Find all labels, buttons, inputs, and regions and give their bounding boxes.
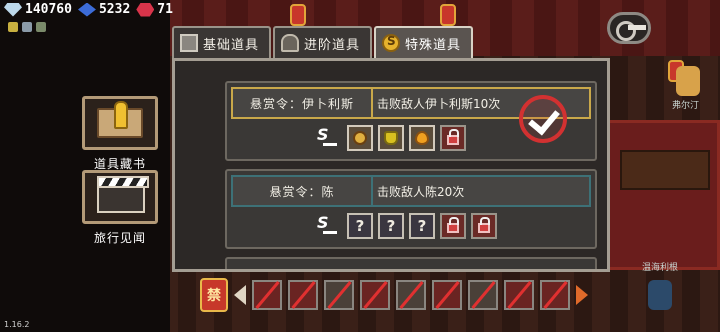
unknown-reward-text: ?	[355, 217, 365, 235]
tab-special-items[interactable]: 特殊道具	[374, 26, 474, 58]
bounty-card[interactable]: 悬赏令：陈 击败敌人陈20次 ? ? ?	[225, 169, 597, 249]
bomb-item-icon	[353, 131, 367, 145]
tab-label: 进阶道具	[304, 37, 361, 53]
reward-cart-icon	[315, 213, 337, 237]
reward-row	[315, 125, 466, 151]
bounty-list-panel[interactable]: 悬赏令：伊卜利斯 击败敌人伊卜利斯10次 悬赏令：陈 击败敌人陈20次	[172, 58, 610, 272]
item-collection-button[interactable]: 道具藏书	[82, 96, 158, 172]
travel-notes-frame[interactable]	[82, 170, 158, 224]
bar-next-arrow[interactable]	[576, 285, 588, 305]
currency-bar: 140760 5232 71	[4, 2, 173, 17]
chest-status-icon	[36, 22, 46, 32]
bounty-card[interactable]: 悬赏令：伊卜利斯 击败敌人伊卜利斯10次	[225, 81, 597, 161]
item-collection-frame[interactable]	[82, 96, 158, 150]
bottom-item-bar: 禁	[200, 278, 588, 312]
status-icons	[8, 22, 46, 32]
bar-item-slot[interactable]	[252, 280, 282, 310]
advanced-items-icon	[281, 34, 300, 52]
reward-slot-locked[interactable]	[440, 125, 466, 151]
bar-item-slot[interactable]	[432, 280, 462, 310]
reward-slot[interactable]	[347, 125, 373, 151]
lock-icon	[447, 217, 459, 233]
completed-check-icon	[509, 95, 577, 143]
basic-items-icon	[180, 34, 198, 52]
diamond-counter: 140760	[4, 2, 72, 17]
key-icon	[114, 101, 128, 129]
reward-row: ? ? ?	[315, 213, 497, 239]
bar-item-slot[interactable]	[324, 280, 354, 310]
bounty-card-partial[interactable]	[225, 257, 597, 269]
bounty-header: 悬赏令：陈 击败敌人陈20次	[231, 175, 591, 207]
bounty-name: 悬赏令：陈	[233, 177, 373, 205]
blue-gem-count: 5232	[98, 2, 131, 17]
red-gem-counter: 71	[136, 2, 173, 17]
blue-gem-counter: 5232	[77, 2, 131, 17]
reward-slot-locked[interactable]	[440, 213, 466, 239]
tab-label: 特殊道具	[405, 37, 462, 53]
bar-item-slot[interactable]	[288, 280, 318, 310]
travel-notes-button[interactable]: 旅行见闻	[82, 170, 158, 246]
glove-item-icon	[384, 131, 398, 145]
game-scene: 弗尔汀 温海利根 140760 5232 71 1.16.2 道具藏书 旅行见闻…	[0, 0, 720, 332]
bounty-description: 击败敌人陈20次	[377, 184, 465, 199]
forbidden-badge[interactable]: 禁	[200, 278, 228, 312]
bar-prev-arrow[interactable]	[234, 285, 246, 305]
diamond-icon	[4, 2, 22, 17]
lock-icon	[478, 217, 490, 233]
reward-slot-unknown[interactable]: ?	[378, 213, 404, 239]
red-gem-count: 71	[157, 2, 173, 17]
lantern-decoration	[290, 4, 306, 26]
oil-drop-item-icon	[415, 131, 429, 145]
npc-name-label: 弗尔汀	[672, 101, 700, 111]
reward-cart-icon	[315, 125, 337, 149]
exit-button[interactable]	[607, 12, 651, 44]
bounty-name: 悬赏令：伊卜利斯	[233, 89, 373, 117]
tab-basic-items[interactable]: 基础道具	[172, 26, 272, 58]
reward-slot-unknown[interactable]: ?	[409, 213, 435, 239]
background-shelf	[620, 150, 710, 190]
reward-slot-unknown[interactable]: ?	[347, 213, 373, 239]
person-status-icon	[22, 22, 32, 32]
bar-item-slot[interactable]	[360, 280, 390, 310]
red-gem-icon	[136, 2, 155, 17]
bar-item-slot[interactable]	[468, 280, 498, 310]
tab-label: 基础道具	[203, 37, 260, 53]
lantern-decoration	[440, 4, 456, 26]
npc-character[interactable]	[648, 280, 672, 310]
unknown-reward-text: ?	[417, 217, 427, 235]
key-status-icon	[8, 22, 18, 32]
bar-item-slot[interactable]	[504, 280, 534, 310]
diamond-count: 140760	[25, 2, 72, 17]
bar-item-slot[interactable]	[540, 280, 570, 310]
lock-icon	[447, 129, 459, 145]
travel-notes-label: 旅行见闻	[93, 231, 146, 245]
special-items-icon	[382, 34, 401, 52]
bar-item-slot[interactable]	[396, 280, 426, 310]
blue-gem-icon	[77, 2, 96, 17]
reward-slot-locked[interactable]	[471, 213, 497, 239]
unknown-reward-text: ?	[386, 217, 396, 235]
item-category-tabs: 基础道具 进阶道具 特殊道具	[172, 26, 474, 58]
reward-slot[interactable]	[409, 125, 435, 151]
tab-advanced-items[interactable]: 进阶道具	[273, 26, 373, 58]
npc-name-label: 温海利根	[642, 263, 679, 273]
background-rug	[600, 120, 720, 270]
clapperboard-icon	[97, 176, 149, 213]
version-label: 1.16.2	[4, 320, 30, 329]
reward-slot[interactable]	[378, 125, 404, 151]
npc-character[interactable]	[676, 66, 700, 96]
